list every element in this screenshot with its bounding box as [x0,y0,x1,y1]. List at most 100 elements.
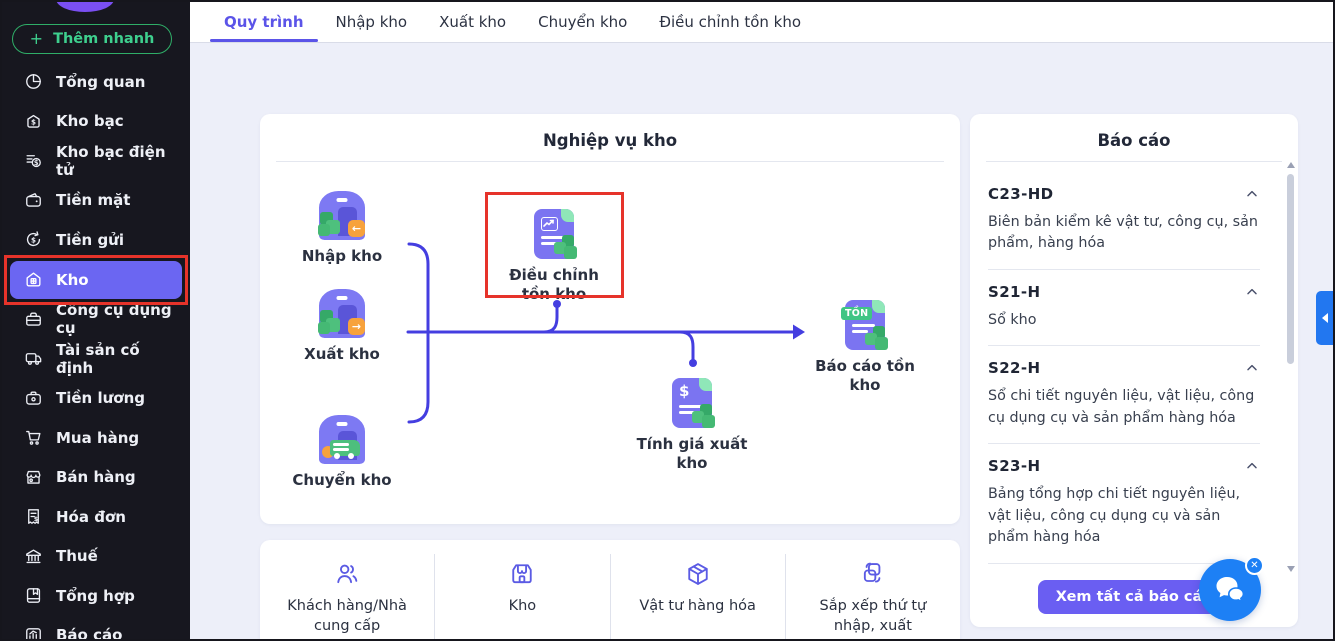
report-item-s21-h[interactable]: S21-H Sổ kho [988,270,1260,347]
sidebar-item-tien-mat[interactable]: Tiền mặt [2,181,190,221]
report-item-s22-h[interactable]: S22-H Sổ chi tiết nguyên liệu, vật liệu,… [988,346,1260,445]
svg-text:$: $ [31,117,36,126]
report-list: C23-HD Biên bản kiểm kê vật tư, công cụ,… [970,162,1298,564]
plus-icon: + [29,29,44,48]
app-logo [56,2,114,12]
report-item-s23-h[interactable]: S23-H Bảng tổng hợp chi tiết nguyên liệu… [988,444,1260,564]
flow-node-bao-cao-ton-kho[interactable]: TỒN Báo cáo tồn kho [800,300,930,395]
sidebar-item-mua-hang[interactable]: Mua hàng [2,418,190,458]
report-chart-icon [26,627,41,639]
invoice-icon: $ [28,509,39,525]
report-desc: Sổ kho [988,311,1037,328]
bank-building-icon [26,549,41,563]
warehouse-icon [26,272,41,287]
chevron-up-icon[interactable] [1244,458,1260,474]
warehouse-outline-icon [512,564,533,584]
svg-text:$: $ [34,159,39,167]
svg-text:$: $ [34,516,38,523]
flow-node-chuyen-kho[interactable]: Chuyển kho [287,414,397,490]
chevron-up-icon[interactable] [1244,360,1260,376]
quick-add-label: Thêm nhanh [53,31,155,47]
sidebar-item-label: Báo cáo [56,626,123,641]
report-panel-title: Báo cáo [1097,131,1171,150]
sidebar-item-thue[interactable]: Thuế [2,537,190,577]
flow-node-xuat-kho[interactable]: → Xuất kho [287,288,397,364]
sidebar-item-ban-hang[interactable]: Bán hàng [2,458,190,498]
sidebar-item-kho-bac[interactable]: $ Kho bạc [2,102,190,142]
report-item-c23-hd[interactable]: C23-HD Biên bản kiểm kê vật tư, công cụ,… [988,172,1260,270]
tab-nhap-kho[interactable]: Nhập kho [320,2,424,42]
sort-order-icon [863,562,881,583]
scroll-down-icon[interactable] [1287,566,1295,572]
sidebar-item-label: Tổng quan [56,72,146,91]
sidebar-item-tong-hop[interactable]: Tổng hợp [2,576,190,616]
report-code: S23-H [988,457,1041,476]
sidebar-item-label: Tiền gửi [56,230,125,249]
storefront-icon [26,470,41,484]
quick-links-card: Khách hàng/Nhà cung cấp Kho Vật tư hàng … [260,540,960,639]
shopping-cart-icon [26,431,41,446]
customers-icon [337,564,358,584]
sidebar-item-tien-luong[interactable]: Tiền lương [2,379,190,419]
scrollbar-thumb[interactable] [1287,174,1294,364]
sidebar-item-label: Tiền mặt [56,191,131,210]
sidebar-item-tong-quan[interactable]: Tổng quan [2,62,190,102]
report-desc: Bảng tổng hợp chi tiết nguyên liệu, vật … [988,486,1241,546]
panel-collapse-button[interactable] [1316,291,1333,345]
report-panel: Báo cáo C23-HD Biên bản kiểm kê vật tư, … [970,114,1298,627]
deposit-cycle-icon: $ [26,231,41,247]
goods-box-icon [687,563,708,585]
sidebar-item-label: Tiền lương [56,389,145,408]
report-code: S22-H [988,359,1041,378]
doc-stock-icon: TỒN [841,300,888,350]
scroll-up-icon[interactable] [1287,162,1295,168]
sidebar-item-label: Thuế [56,547,98,566]
quick-add-button[interactable]: + Thêm nhanh [12,24,172,54]
doc-adjust-icon [532,209,577,259]
sidebar-item-bao-cao[interactable]: Báo cáo [2,616,190,641]
tab-chuyen-kho[interactable]: Chuyển kho [522,2,643,42]
ledger-book-icon [26,588,41,604]
tab-bar: Quy trình Nhập kho Xuất kho Chuyển kho Đ… [190,2,1333,43]
e-treasury-icon: $ [26,155,41,168]
svg-text:$: $ [31,236,36,245]
briefcase-icon [26,391,41,405]
wallet-icon [26,192,41,207]
chat-close-icon[interactable]: ✕ [1245,556,1264,575]
sidebar: + Thêm nhanh Tổng quan $ Kho bạc $ Kho b… [2,2,190,639]
pie-chart-icon [26,74,41,90]
divider [276,161,944,162]
tab-quy-trinh[interactable]: Quy trình [208,2,320,42]
chevron-up-icon[interactable] [1244,284,1260,300]
sidebar-item-kho-bac-dien-tu[interactable]: $ Kho bạc điện tử [2,141,190,181]
workflow-card: Nghiệp vụ kho ← Nhập kho Điều chỉnh tồn … [260,114,960,524]
toolbox-icon [26,312,41,326]
link-vat-tu-hang-hoa[interactable]: Vật tư hàng hóa [609,554,785,639]
link-kho[interactable]: Kho [434,554,609,639]
sidebar-nav: Tổng quan $ Kho bạc $ Kho bạc điện tử Ti… [2,62,190,641]
sidebar-item-kho[interactable]: Kho [10,260,182,299]
report-code: S21-H [988,282,1041,301]
sidebar-item-label: Tài sản cố định [56,340,140,377]
sidebar-item-label: Bán hàng [56,468,136,487]
tab-xuat-kho[interactable]: Xuất kho [423,2,522,42]
sidebar-item-cong-cu-dung-cu[interactable]: Công cụ dụng cụ [2,300,190,340]
chat-bubbles-icon [1216,577,1245,603]
report-scrollbar [1286,162,1296,572]
sidebar-item-label: Kho [56,270,89,289]
link-khach-hang-nha-cung-cap[interactable]: Khách hàng/Nhà cung cấp [260,554,434,639]
flow-node-dieu-chinh-ton-kho[interactable]: Điều chỉnh tồn kho [494,209,614,304]
tab-dieu-chinh-ton-kho[interactable]: Điều chỉnh tồn kho [643,2,817,42]
doc-price-icon: $ [670,378,715,428]
chat-support-button[interactable]: ✕ [1199,556,1264,621]
sidebar-item-tai-san-co-dinh[interactable]: Tài sản cố định [2,339,190,379]
sidebar-item-label: Mua hàng [56,428,140,447]
flow-node-nhap-kho[interactable]: ← Nhập kho [287,190,397,266]
sidebar-item-tien-gui[interactable]: $ Tiền gửi [2,220,190,260]
sidebar-item-label: Công cụ dụng cụ [56,301,172,338]
link-sap-xep-thu-tu[interactable]: Sắp xếp thứ tự nhập, xuất [784,554,960,639]
app-window: + Thêm nhanh Tổng quan $ Kho bạc $ Kho b… [0,0,1335,641]
flow-node-tinh-gia-xuat-kho[interactable]: $ Tính giá xuất kho [632,378,752,473]
sidebar-item-hoa-don[interactable]: $ Hóa đơn [2,497,190,537]
chevron-up-icon[interactable] [1244,186,1260,202]
